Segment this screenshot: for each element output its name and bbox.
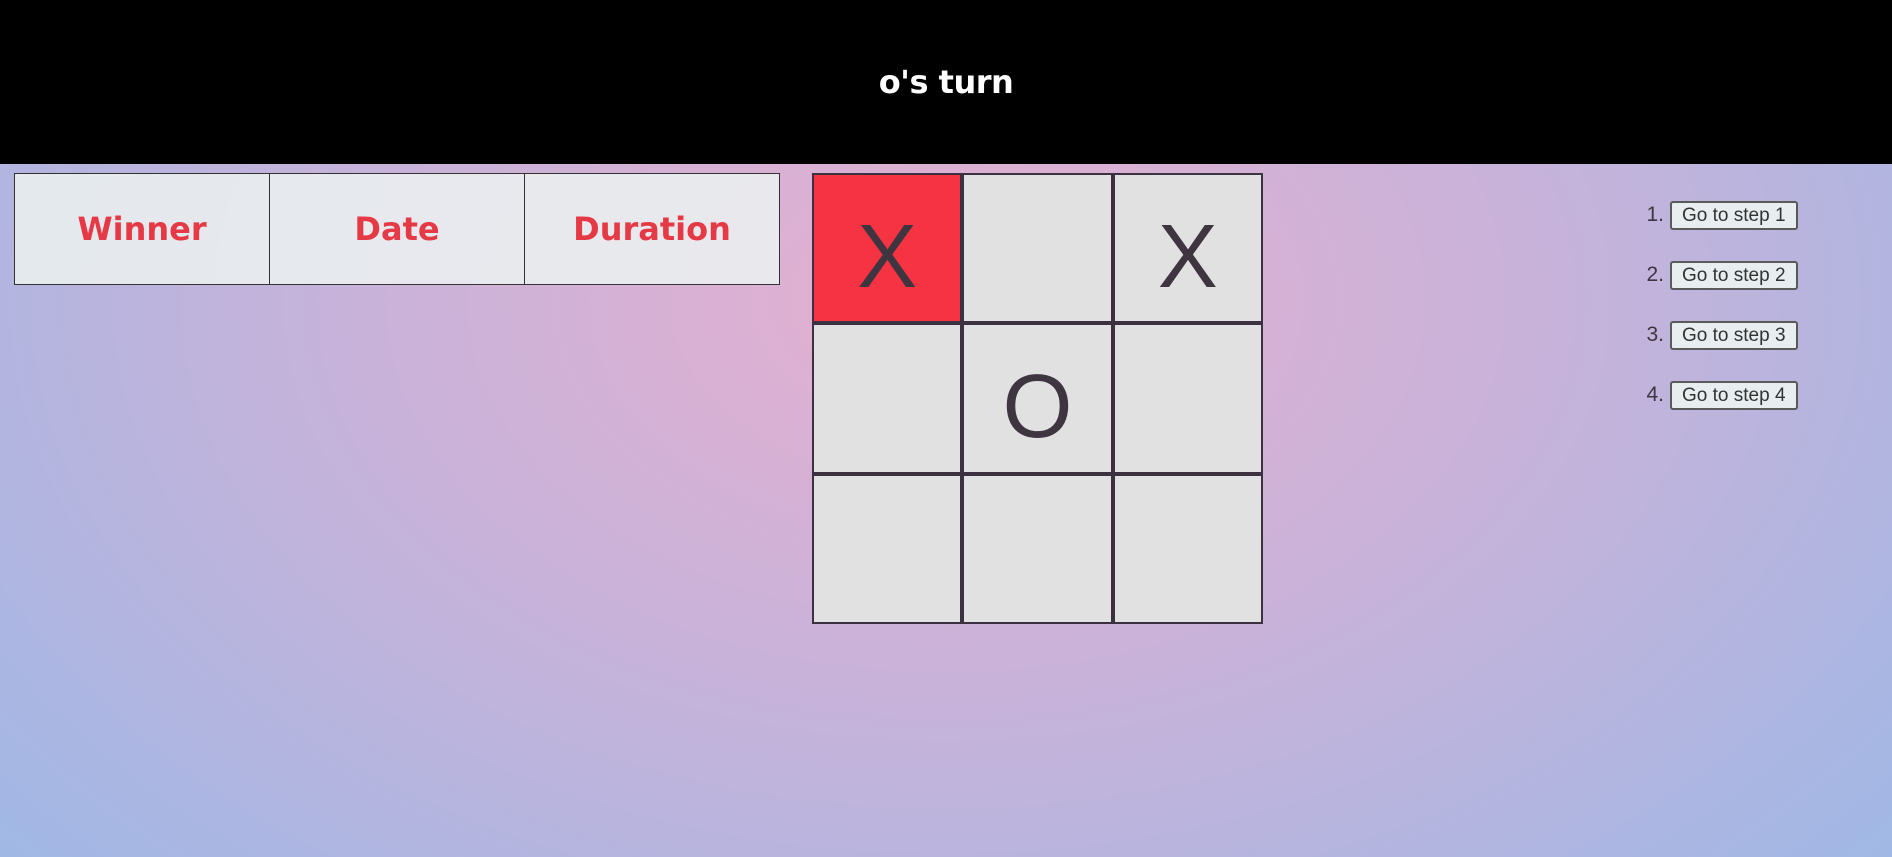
go-to-step-4-button[interactable]: Go to step 4 (1670, 380, 1798, 410)
move-number: 2. (1646, 263, 1664, 286)
board-square-4[interactable] (814, 325, 961, 472)
board-square-1[interactable]: X (814, 175, 961, 322)
status-header: o's turn (0, 0, 1892, 164)
history-table: Winner Date Duration (14, 173, 780, 285)
move-list-item: 1. Go to step 1 (1630, 200, 1798, 230)
board-square-2[interactable] (964, 175, 1111, 322)
move-list-item: 4. Go to step 4 (1630, 380, 1798, 410)
go-to-step-2-button[interactable]: Go to step 2 (1670, 260, 1798, 290)
history-header-date: Date (269, 173, 525, 285)
game-status: o's turn (878, 63, 1014, 101)
board-square-8[interactable] (964, 475, 1111, 622)
board-square-5[interactable]: O (964, 325, 1111, 472)
move-list-item: 2. Go to step 2 (1630, 260, 1798, 290)
board-square-6[interactable] (1114, 325, 1261, 472)
go-to-step-1-button[interactable]: Go to step 1 (1670, 200, 1798, 230)
move-history-list: 1. Go to step 1 2. Go to step 2 3. Go to… (1630, 200, 1798, 440)
move-list-item: 3. Go to step 3 (1630, 320, 1798, 350)
game-board: X X O (812, 173, 1263, 624)
history-header-duration: Duration (524, 173, 780, 285)
board-square-3[interactable]: X (1114, 175, 1261, 322)
board-square-7[interactable] (814, 475, 961, 622)
move-number: 3. (1646, 323, 1664, 346)
go-to-step-3-button[interactable]: Go to step 3 (1670, 320, 1798, 350)
history-header-winner: Winner (14, 173, 270, 285)
move-number: 4. (1646, 383, 1664, 406)
board-square-9[interactable] (1114, 475, 1261, 622)
move-number: 1. (1646, 203, 1664, 226)
